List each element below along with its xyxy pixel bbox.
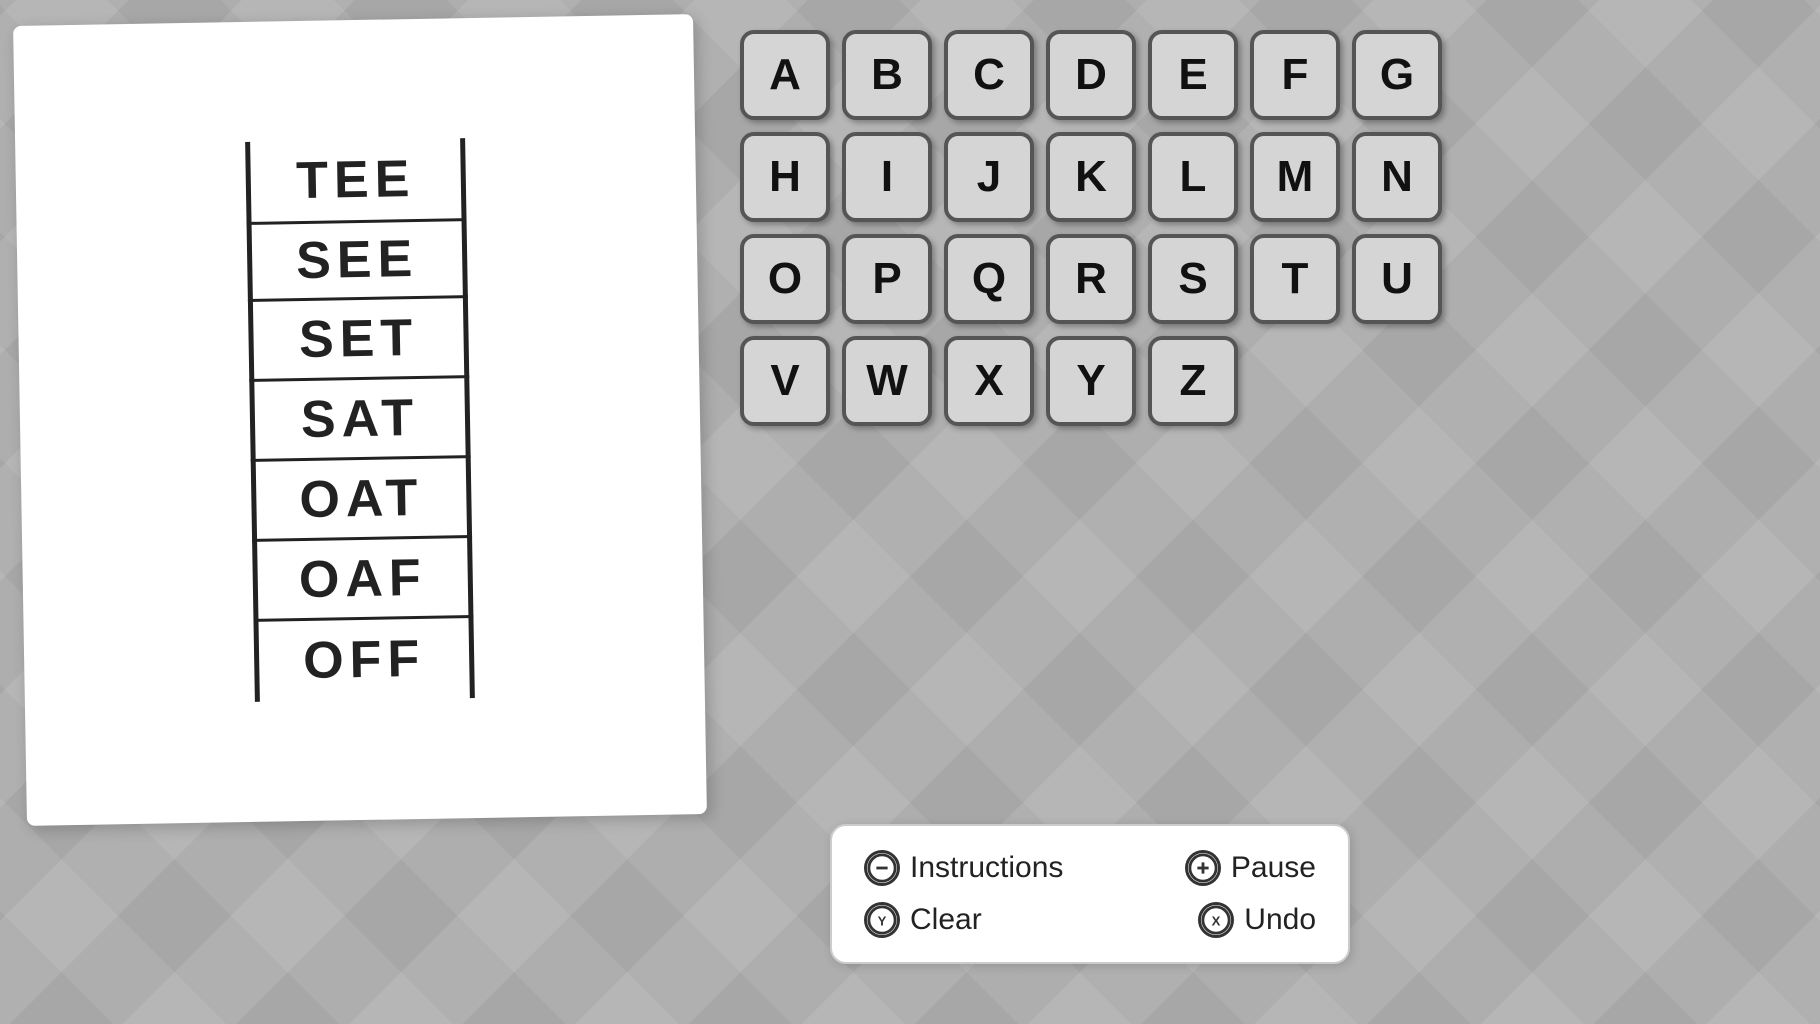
word-sat: SAT	[249, 378, 470, 462]
clear-button[interactable]: Y Clear	[864, 902, 982, 938]
instructions-icon	[864, 850, 900, 886]
controls-row-2: Y Clear X Undo	[864, 902, 1316, 938]
clear-label: Clear	[910, 903, 982, 937]
key-W[interactable]: W	[842, 336, 932, 426]
keyboard-row-1: A B C D E F G	[740, 30, 1442, 120]
key-Y[interactable]: Y	[1046, 336, 1136, 426]
pause-icon	[1185, 850, 1221, 886]
key-E[interactable]: E	[1148, 30, 1238, 120]
key-Q[interactable]: Q	[944, 234, 1034, 324]
undo-label: Undo	[1244, 903, 1316, 937]
key-Z[interactable]: Z	[1148, 336, 1238, 426]
pause-label: Pause	[1231, 851, 1316, 885]
key-J[interactable]: J	[944, 132, 1034, 222]
keyboard-row-3: O P Q R S T U	[740, 234, 1442, 324]
controls-panel: Instructions Pause Y Clear	[830, 824, 1350, 964]
undo-button[interactable]: X Undo	[1198, 902, 1316, 938]
key-C[interactable]: C	[944, 30, 1034, 120]
undo-icon: X	[1198, 902, 1234, 938]
word-oaf: OAF	[252, 538, 473, 622]
keyboard-row-2: H I J K L M N	[740, 132, 1442, 222]
word-oat: OAT	[251, 458, 472, 542]
key-H[interactable]: H	[740, 132, 830, 222]
word-tee: TEE	[245, 138, 466, 222]
word-ladder: TEE SEE SET SAT OAT OAF OFF	[245, 138, 475, 702]
key-I[interactable]: I	[842, 132, 932, 222]
svg-text:Y: Y	[878, 914, 887, 929]
key-R[interactable]: R	[1046, 234, 1136, 324]
controls-row-1: Instructions Pause	[864, 850, 1316, 886]
svg-text:X: X	[1212, 914, 1221, 929]
key-X[interactable]: X	[944, 336, 1034, 426]
key-L[interactable]: L	[1148, 132, 1238, 222]
key-P[interactable]: P	[842, 234, 932, 324]
key-A[interactable]: A	[740, 30, 830, 120]
key-K[interactable]: K	[1046, 132, 1136, 222]
key-T[interactable]: T	[1250, 234, 1340, 324]
key-S[interactable]: S	[1148, 234, 1238, 324]
pause-button[interactable]: Pause	[1185, 850, 1316, 886]
keyboard-area: A B C D E F G H I J K L M N O P Q R S T …	[740, 30, 1442, 438]
instructions-button[interactable]: Instructions	[864, 850, 1063, 886]
paper-card: TEE SEE SET SAT OAT OAF OFF	[13, 14, 707, 826]
key-O[interactable]: O	[740, 234, 830, 324]
word-see: SEE	[247, 218, 468, 302]
instructions-label: Instructions	[910, 851, 1063, 885]
word-set: SET	[248, 298, 469, 382]
key-F[interactable]: F	[1250, 30, 1340, 120]
key-U[interactable]: U	[1352, 234, 1442, 324]
keyboard-row-4: V W X Y Z	[740, 336, 1442, 426]
key-B[interactable]: B	[842, 30, 932, 120]
key-D[interactable]: D	[1046, 30, 1136, 120]
word-off: OFF	[254, 618, 475, 702]
clear-icon: Y	[864, 902, 900, 938]
key-M[interactable]: M	[1250, 132, 1340, 222]
key-N[interactable]: N	[1352, 132, 1442, 222]
key-G[interactable]: G	[1352, 30, 1442, 120]
key-V[interactable]: V	[740, 336, 830, 426]
